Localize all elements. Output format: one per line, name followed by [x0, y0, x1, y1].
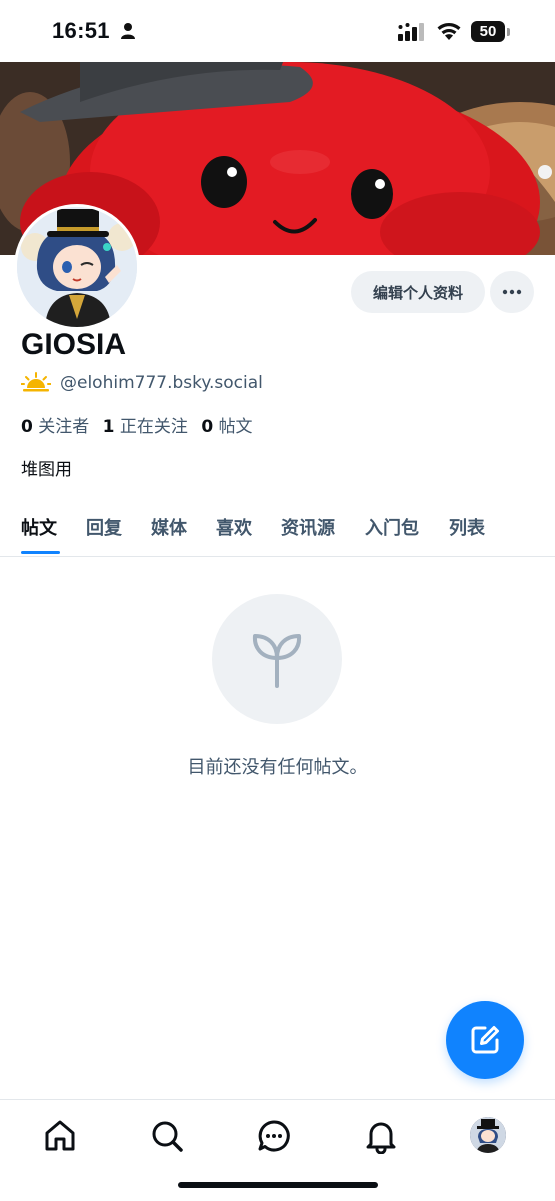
- active-tab-indicator: [21, 551, 60, 554]
- profile-stats: 0 关注者 1 正在关注 0 帖文: [21, 412, 261, 437]
- handle: @elohim777.bsky.social: [60, 373, 263, 393]
- tab-feeds[interactable]: 资讯源: [281, 514, 335, 540]
- profile-bio: 堆图用: [21, 460, 72, 480]
- empty-state-message: 目前还没有任何帖文。: [187, 757, 368, 778]
- compose-post-button[interactable]: [446, 1001, 524, 1079]
- battery-cap: [507, 28, 510, 36]
- bell-icon[interactable]: [363, 1118, 399, 1155]
- ellipsis-icon: [502, 289, 522, 295]
- tab-replies[interactable]: 回复: [86, 514, 122, 540]
- tab-likes[interactable]: 喜欢: [216, 514, 252, 540]
- home-indicator: [178, 1182, 378, 1188]
- followers-stat[interactable]: 0 关注者: [21, 417, 103, 437]
- following-stat[interactable]: 1 正在关注: [103, 417, 202, 437]
- profile-tabs: 帖文 回复 媒体 喜欢 资讯源 入门包 列表: [0, 496, 555, 557]
- tab-media[interactable]: 媒体: [151, 514, 187, 540]
- wifi-icon: [436, 21, 462, 45]
- tab-lists[interactable]: 列表: [449, 514, 485, 540]
- profile-avatar[interactable]: [14, 204, 140, 330]
- home-icon[interactable]: [42, 1118, 78, 1154]
- person-icon: [120, 22, 136, 44]
- status-bar: 16:51 50: [0, 0, 555, 62]
- battery-indicator: 50: [471, 21, 505, 42]
- posts-label: 帖文: [218, 417, 253, 437]
- cellular-signal-icon: [398, 23, 428, 45]
- following-label: 正在关注: [119, 417, 188, 437]
- status-time: 16:51: [52, 18, 110, 43]
- posts-count: 0: [201, 417, 214, 437]
- followers-label: 关注者: [38, 417, 90, 437]
- display-name: GIOSIA: [21, 328, 127, 361]
- tab-posts[interactable]: 帖文: [21, 514, 57, 540]
- sunrise-emoji: [20, 372, 52, 398]
- profile-tab-avatar[interactable]: [470, 1117, 506, 1153]
- edit-profile-button[interactable]: 编辑个人资料: [351, 271, 485, 313]
- followers-count: 0: [21, 417, 33, 437]
- following-count: 1: [102, 417, 115, 437]
- more-options-button[interactable]: [490, 271, 534, 313]
- chat-icon[interactable]: [256, 1118, 292, 1154]
- compose-icon: [471, 1026, 499, 1054]
- posts-stat: 0 帖文: [201, 417, 260, 437]
- search-icon[interactable]: [149, 1118, 185, 1154]
- sprout-icon: [252, 634, 302, 688]
- tab-starter-packs[interactable]: 入门包: [365, 514, 419, 540]
- empty-state-badge: [212, 594, 342, 724]
